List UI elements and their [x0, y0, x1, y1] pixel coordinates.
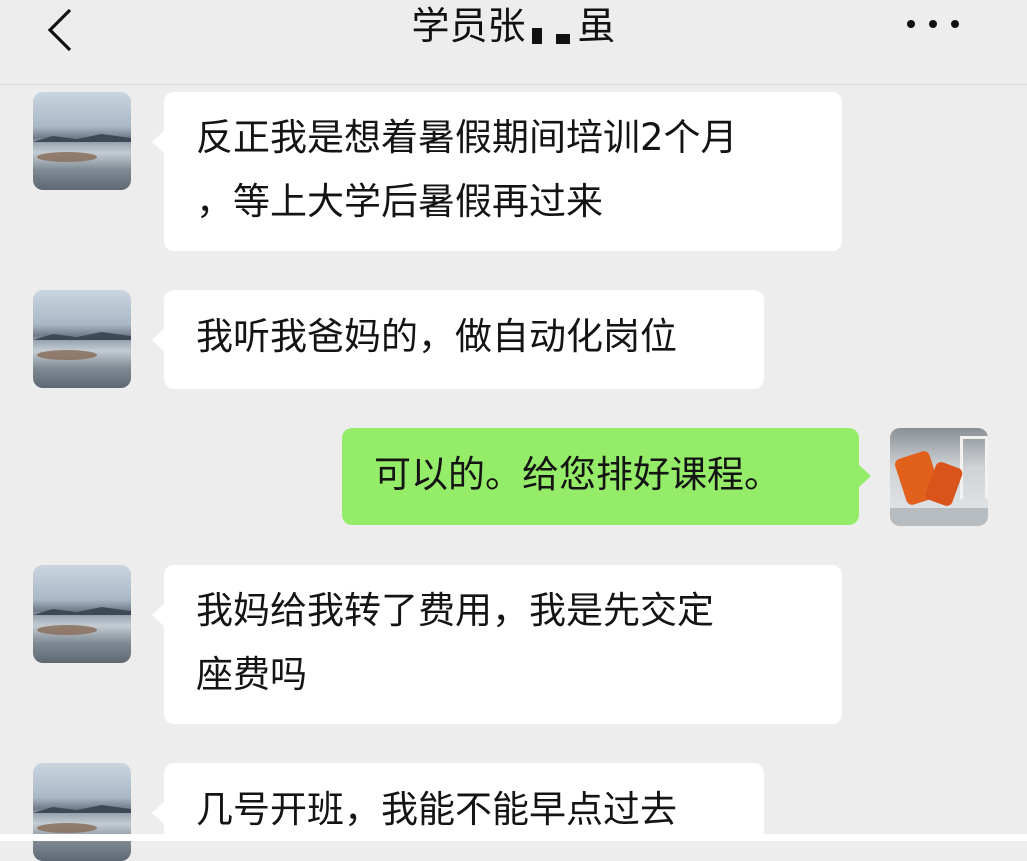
redaction-mark — [526, 14, 578, 44]
message-bubble[interactable]: 我妈给我转了费用，我是先交定 座费吗 — [152, 565, 842, 724]
contact-avatar[interactable] — [33, 763, 131, 861]
message-text: 反正我是想着暑假期间培训2个月 — [196, 116, 738, 159]
more-button[interactable] — [903, 14, 963, 34]
chat-header: 学员张 虽 — [0, 0, 1027, 85]
message-text: 我妈给我转了费用，我是先交定 — [196, 589, 714, 632]
message-text: 可以的。给您排好课程。 — [374, 453, 781, 496]
chat-title: 学员张 虽 — [0, 4, 1027, 48]
my-avatar[interactable] — [890, 428, 988, 526]
message-bubble[interactable]: 几号开班，我能不能早点过去 — [152, 763, 764, 841]
message-text: 几号开班，我能不能早点过去 — [196, 788, 677, 831]
contact-avatar[interactable] — [33, 290, 131, 388]
message-bubble[interactable]: 反正我是想着暑假期间培训2个月 ，等上大学后暑假再过来 — [152, 92, 842, 251]
message-text: 我听我爸妈的，做自动化岗位 — [196, 315, 677, 358]
message-bubble[interactable]: 我听我爸妈的，做自动化岗位 — [152, 290, 764, 389]
chat-title-prefix: 学员张 — [411, 4, 526, 48]
contact-avatar[interactable] — [33, 565, 131, 663]
message-text: 座费吗 — [196, 653, 307, 696]
message-text: ，等上大学后暑假再过来 — [196, 180, 603, 223]
chat-title-suffix: 虽 — [577, 4, 616, 48]
contact-avatar[interactable] — [33, 92, 131, 190]
bottom-edge — [0, 834, 1027, 841]
message-bubble[interactable]: 可以的。给您排好课程。 — [342, 428, 871, 525]
